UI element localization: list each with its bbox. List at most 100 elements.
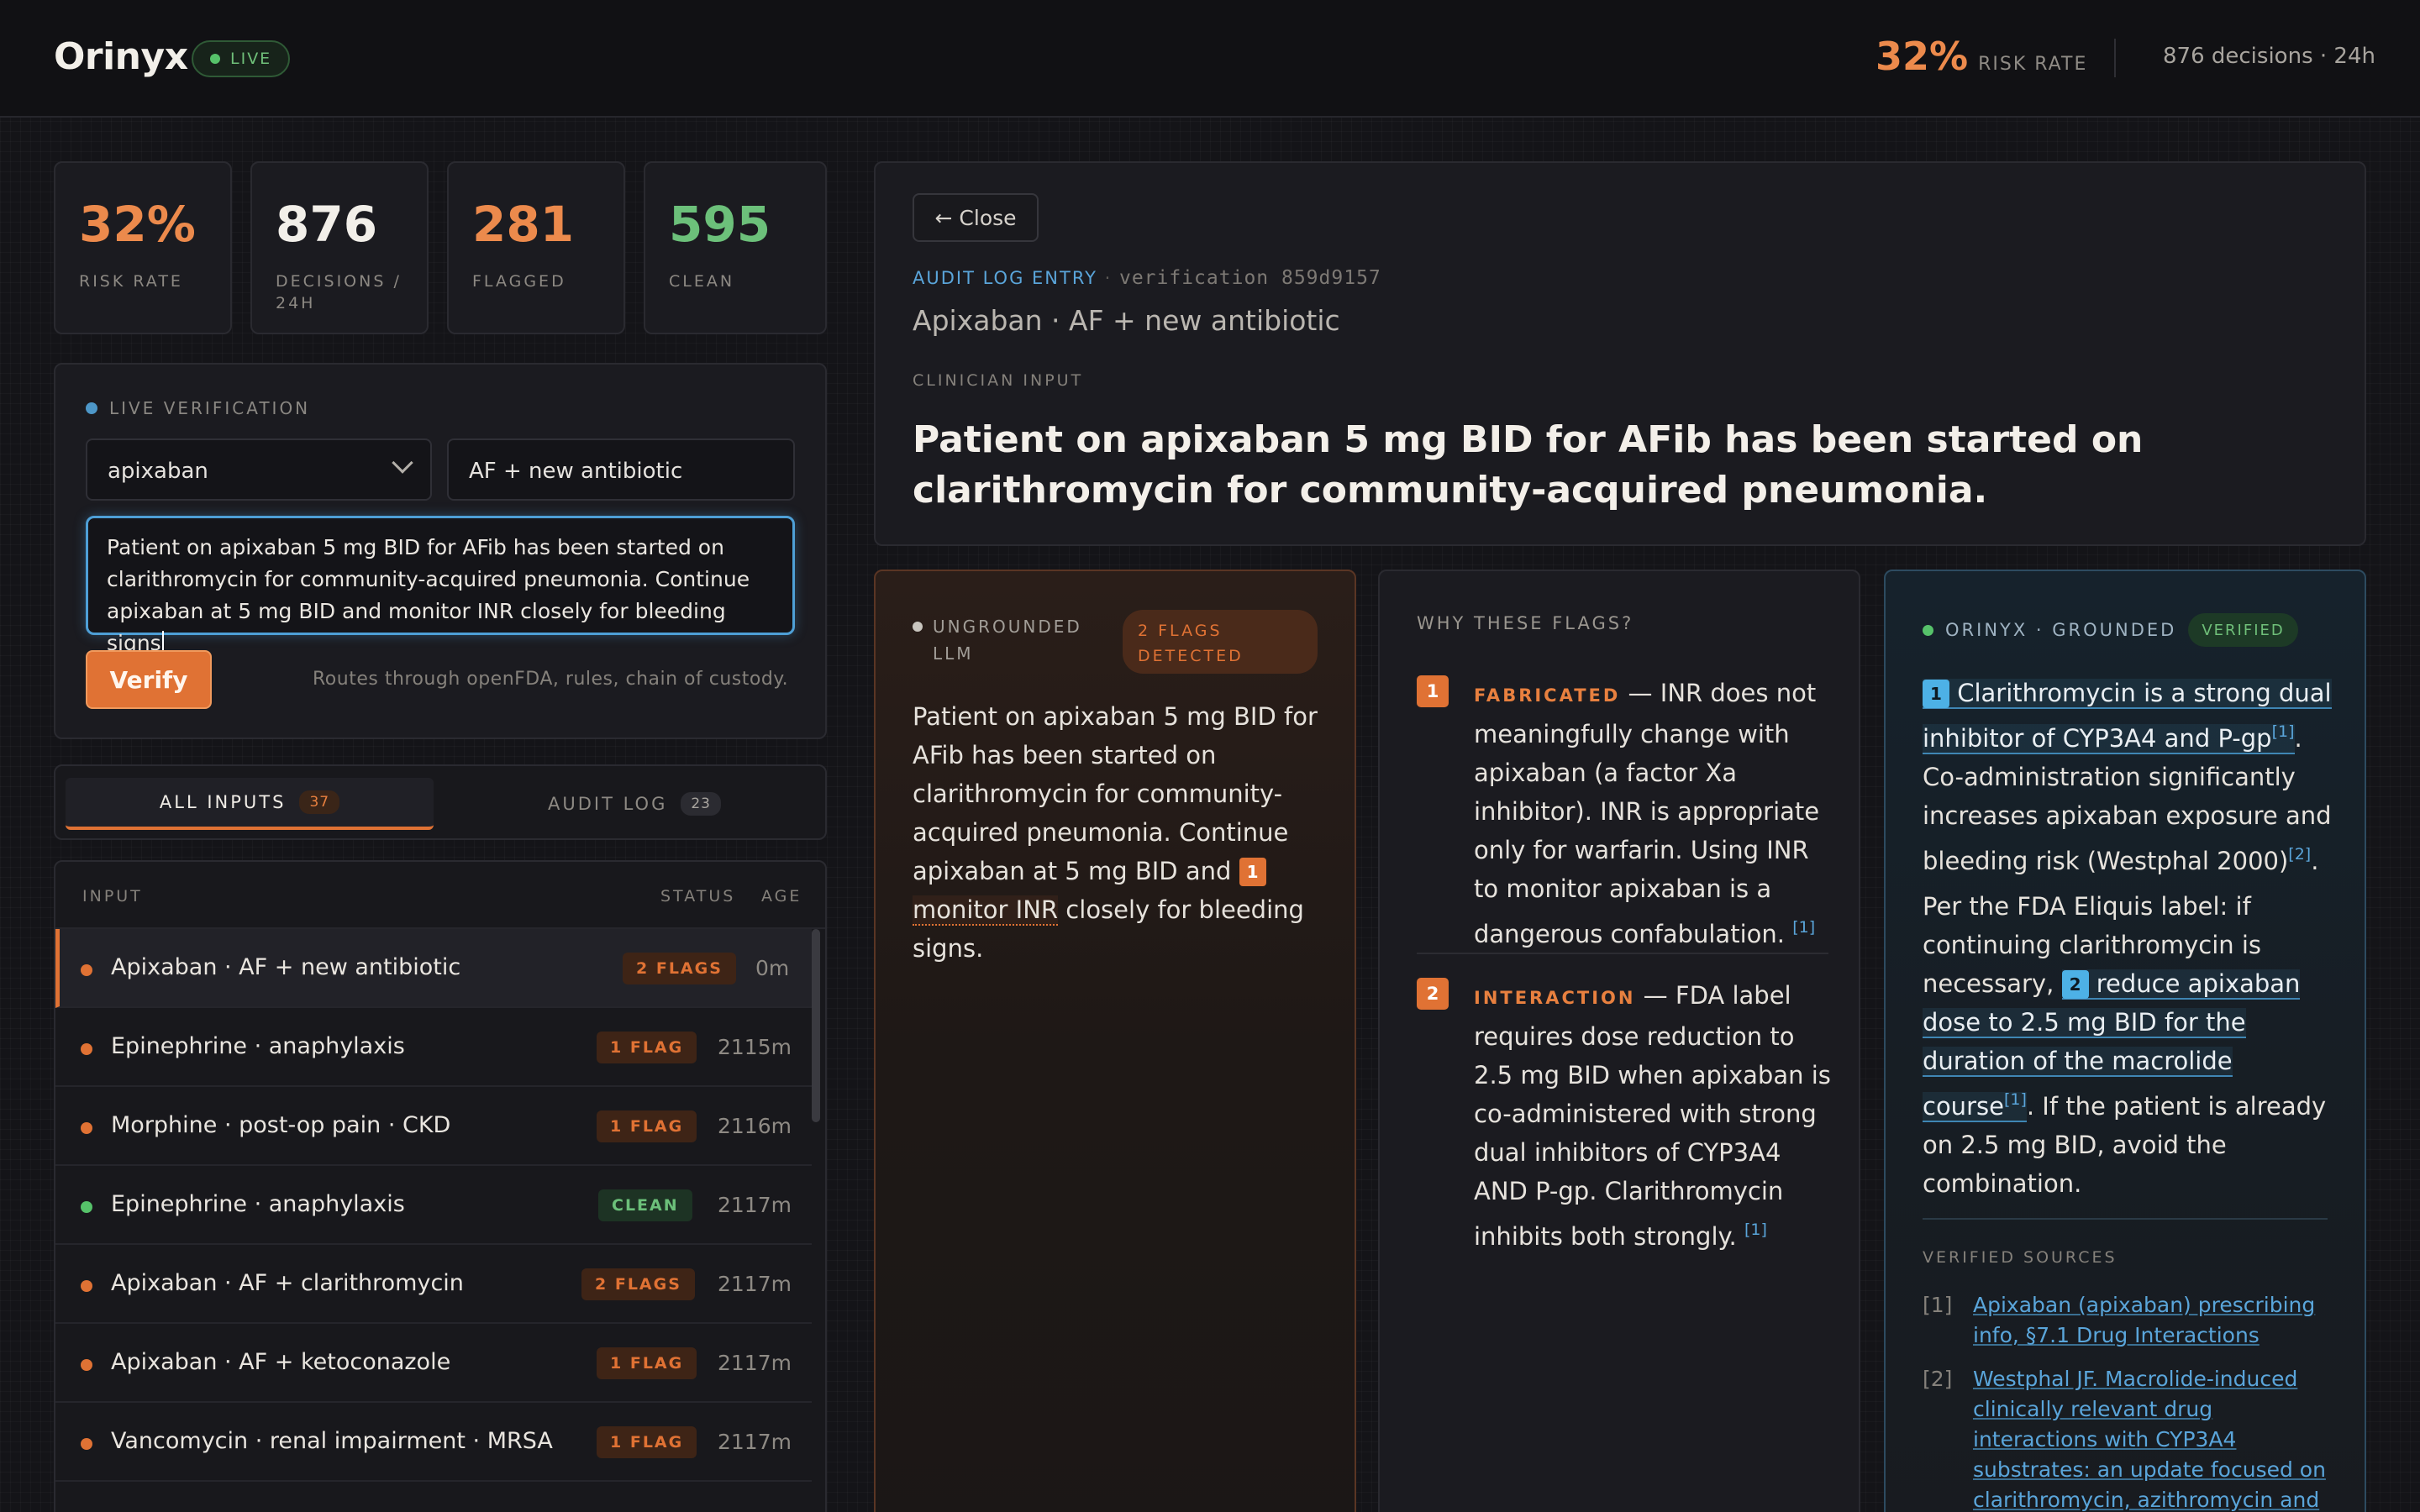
tab-count-badge: 23 <box>681 792 721 816</box>
row-age: 2115m <box>718 1035 792 1059</box>
header-risk-rate: 32% RISK RATE <box>1876 34 2087 79</box>
flag-marker-1[interactable]: 1 <box>1239 858 1266 886</box>
header-divider <box>2114 39 2116 77</box>
header-decisions: 876 decisions · 24h <box>2163 44 2375 69</box>
row-age: 2117m <box>718 1193 792 1217</box>
source-link[interactable]: Apixaban (apixaban) prescribing info, §7… <box>1973 1290 2334 1351</box>
sources-divider <box>1923 1218 2328 1220</box>
stat-value: 876 <box>276 196 378 253</box>
tab-all-inputs[interactable]: ALL INPUTS 37 <box>66 778 434 830</box>
grounded-text-end: . <box>2311 847 2319 875</box>
live-status-badge: LIVE <box>192 40 291 77</box>
grounded-claim-1[interactable]: 1 Clarithromycin is a strong dual inhibi… <box>1923 679 2332 754</box>
close-label: Close <box>959 205 1017 230</box>
stat-card-flagged: 281 FLAGGED <box>447 161 625 334</box>
row-name: Apixaban · AF + new antibiotic <box>111 954 461 980</box>
flag-kind: INTERACTION <box>1474 988 1636 1008</box>
drug-select[interactable]: apixaban <box>86 438 432 501</box>
clinician-input-label: CLINICIAN INPUT <box>913 371 1084 390</box>
row-age: 2116m <box>718 1114 792 1138</box>
status-dot-icon <box>81 1280 92 1292</box>
close-button[interactable]: ← Close <box>913 193 1039 242</box>
flag-divider <box>1417 953 1828 954</box>
claim-text: Clarithromycin is a strong dual inhibito… <box>1923 679 2332 753</box>
table-row[interactable]: Morphine · post-op pain · CKD 1 FLAG 211… <box>55 1087 812 1166</box>
source-ref: [2] <box>1923 1367 1953 1391</box>
arrow-left-icon: ← <box>934 205 953 230</box>
live-verification-panel: LIVE VERIFICATION apixaban AF + new anti… <box>54 363 827 739</box>
audit-log-entry-label: AUDIT LOG ENTRY <box>913 268 1097 288</box>
grounded-header: ORINYX · GROUNDED VERIFIED <box>1923 613 2298 647</box>
app-logo[interactable]: Orinyx <box>54 35 188 78</box>
table-row[interactable]: Apixaban · AF + clarithromycin 2 FLAGS 2… <box>55 1245 812 1324</box>
tab-label: ALL INPUTS <box>159 792 287 812</box>
row-age: 0m <box>755 956 790 980</box>
table-row[interactable]: Epinephrine · anaphylaxis 1 FLAG 2115m <box>55 1008 812 1087</box>
citation-link[interactable]: [1] <box>1792 918 1815 937</box>
grounded-title: ORINYX · GROUNDED <box>1945 620 2177 640</box>
row-name: Apixaban · AF + ketoconazole <box>111 1349 451 1375</box>
context-input[interactable]: AF + new antibiotic <box>447 438 795 501</box>
verified-sources-title: VERIFIED SOURCES <box>1923 1248 2118 1267</box>
column-header-age: AGE <box>761 887 802 906</box>
why-flags-panel: WHY THESE FLAGS? 1 FABRICATED — INR does… <box>1378 570 1860 1512</box>
list-tabs: ALL INPUTS 37 AUDIT LOG 23 <box>54 764 827 840</box>
clinical-input-textarea[interactable]: Patient on apixaban 5 mg BID for AFib ha… <box>86 516 795 655</box>
ungrounded-llm-panel: UNGROUNDED LLM 2 FLAGS DETECTED Patient … <box>874 570 1356 1512</box>
stat-value: 595 <box>669 196 771 253</box>
tab-label: AUDIT LOG <box>548 794 668 814</box>
flagged-span[interactable]: monitor INR <box>913 895 1059 926</box>
flag-number: 2 <box>1417 978 1449 1010</box>
row-age: 2117m <box>718 1351 792 1375</box>
live-verification-title: LIVE VERIFICATION <box>109 398 311 418</box>
stat-label: DECISIONS / 24H <box>276 272 402 312</box>
header-risk-label: RISK RATE <box>1978 54 2088 75</box>
audit-meta: AUDIT LOG ENTRY · verification 859d9157 <box>913 267 1381 289</box>
status-badge: 2 FLAGS <box>623 953 736 984</box>
live-verification-header: LIVE VERIFICATION <box>86 398 310 418</box>
stat-card-decisions: 876 DECISIONS / 24H <box>250 161 429 334</box>
grounded-paragraph-1: 1 Clarithromycin is a strong dual inhibi… <box>1923 674 2343 880</box>
list-header: INPUT STATUS AGE <box>55 862 825 929</box>
citation-link[interactable]: [1] <box>2004 1090 2027 1109</box>
table-row[interactable]: Apixaban · AF + ketoconazole 1 FLAG 2117… <box>55 1324 812 1403</box>
table-row[interactable]: Vancomycin · renal impairment · MRSA 1 F… <box>55 1403 812 1482</box>
status-badge: 1 FLAG <box>597 1347 697 1379</box>
flag-text: — INR does not meaningfully change with … <box>1474 679 1820 948</box>
row-age: 2117m <box>718 1272 792 1296</box>
chevron-down-icon <box>392 452 413 474</box>
table-row[interactable]: Epinephrine · anaphylaxis CLEAN 2117m <box>55 1166 812 1245</box>
live-label: LIVE <box>230 50 272 68</box>
audit-detail-panel: ← Close AUDIT LOG ENTRY · verification 8… <box>874 161 2366 546</box>
tab-audit-log[interactable]: AUDIT LOG 23 <box>450 778 818 830</box>
ungrounded-response: Patient on apixaban 5 mg BID for AFib ha… <box>913 697 1333 968</box>
context-input-value: AF + new antibiotic <box>469 459 683 484</box>
stat-label: CLEAN <box>669 272 735 291</box>
status-dot-icon <box>81 1043 92 1055</box>
status-badge: CLEAN <box>598 1189 692 1221</box>
table-row[interactable]: Apixaban · AF + new antibiotic 2 FLAGS 0… <box>55 929 812 1008</box>
list-scrollbar[interactable] <box>812 929 820 1122</box>
tab-count-badge: 37 <box>299 790 340 814</box>
ungrounded-dot-icon <box>913 622 923 632</box>
citation-link[interactable]: [1] <box>1744 1221 1767 1239</box>
flag-explanation: FABRICATED — INR does not meaningfully c… <box>1474 674 1835 953</box>
detail-title: Apixaban · AF + new antibiotic <box>913 304 1340 337</box>
grounded-paragraph-2: Per the FDA Eliquis label: if continuing… <box>1923 887 2343 1203</box>
live-verification-dot-icon <box>86 402 97 414</box>
status-dot-icon <box>81 1438 92 1450</box>
citation-link[interactable]: [1] <box>2272 722 2295 741</box>
status-badge: 1 FLAG <box>597 1110 697 1142</box>
grounded-dot-icon <box>1923 624 1933 636</box>
status-badge: 1 FLAG <box>597 1426 697 1458</box>
flag-explanation: INTERACTION — FDA label requires dose re… <box>1474 976 1835 1256</box>
source-item: [2] Westphal JF. Macrolide-induced clini… <box>1923 1364 2334 1512</box>
routes-note: Routes through openFDA, rules, chain of … <box>313 669 789 690</box>
status-badge: 1 FLAG <box>597 1032 697 1063</box>
column-header-input: INPUT <box>82 887 143 906</box>
source-link[interactable]: Westphal JF. Macrolide-induced clinicall… <box>1973 1364 2334 1512</box>
verify-button[interactable]: Verify <box>86 650 212 709</box>
status-dot-icon <box>81 1359 92 1371</box>
citation-link[interactable]: [2] <box>2288 845 2311 864</box>
stat-value: 32% <box>79 196 196 253</box>
